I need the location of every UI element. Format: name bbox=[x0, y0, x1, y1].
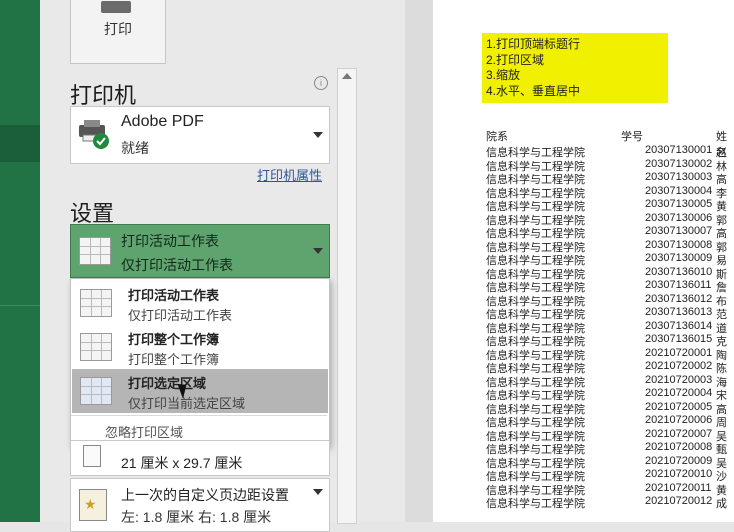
column-header-student-id: 学号 bbox=[621, 131, 643, 143]
menu-item-entire-workbook[interactable]: 打印整个工作簿 打印整个工作簿 bbox=[72, 325, 328, 369]
printer-properties-link[interactable]: 打印机属性 bbox=[257, 165, 322, 184]
cell-student-id: 20307136013 bbox=[645, 306, 713, 318]
paper-size-label: 21 厘米 x 29.7 厘米 bbox=[121, 455, 243, 471]
cell-department: 信息科学与工程学院 bbox=[486, 498, 585, 510]
cell-student-id: 20307130005 bbox=[645, 198, 713, 210]
sheet-icon bbox=[80, 289, 112, 317]
info-icon[interactable]: i bbox=[314, 76, 328, 90]
cell-student-id: 20307136012 bbox=[645, 292, 713, 305]
cell-student-id: 20210720011 bbox=[645, 481, 712, 494]
workbook-icon bbox=[80, 333, 112, 361]
printer-dropdown[interactable]: Adobe PDF 就绪 bbox=[70, 106, 330, 164]
cell-student-id: 20307130007 bbox=[645, 225, 713, 237]
printer-icon bbox=[101, 1, 131, 13]
scroll-up-arrow-icon[interactable] bbox=[342, 73, 352, 79]
nav-divider bbox=[0, 305, 40, 306]
page-icon bbox=[83, 445, 101, 467]
note-line: 2.打印区域 bbox=[486, 52, 545, 67]
menu-item-active-sheets[interactable]: 打印活动工作表 仅打印活动工作表 bbox=[72, 281, 328, 325]
cell-student-id: 20210720012 bbox=[645, 495, 713, 507]
print-button-label: 打印 bbox=[104, 21, 132, 37]
nav-selected-item[interactable] bbox=[0, 125, 40, 162]
cell-student-id: 20307130006 bbox=[645, 211, 713, 224]
cell-student-id: 20210720004 bbox=[645, 387, 713, 399]
ignore-print-area-label: 忽略打印区域 bbox=[105, 425, 184, 440]
cell-student-id: 20307130004 bbox=[645, 184, 713, 197]
cell-name: 成 bbox=[716, 498, 727, 510]
margins-title: 上一次的自定义页边距设置 bbox=[121, 487, 289, 503]
preview-gutter bbox=[405, 0, 433, 522]
printer-name: Adobe PDF bbox=[121, 113, 204, 130]
note-line: 1.打印顶端标题行 bbox=[486, 37, 581, 51]
cell-student-id: 20210720001 bbox=[645, 346, 713, 359]
cell-student-id: 20307136011 bbox=[645, 279, 712, 291]
cell-student-id: 20210720003 bbox=[645, 373, 713, 386]
cell-student-id: 20307130002 bbox=[645, 157, 713, 170]
settings-scrollbar[interactable] bbox=[337, 68, 357, 524]
cell-student-id: 20307136010 bbox=[645, 265, 713, 278]
print-scope-selected-subtitle: 仅打印活动工作表 bbox=[121, 257, 233, 273]
margins-detail: 左: 1.8 厘米 右: 1.8 厘米 bbox=[121, 509, 272, 525]
excel-backstage-nav-strip bbox=[0, 0, 40, 522]
print-scope-menu: 打印活动工作表 仅打印活动工作表 打印整个工作簿 打印整个工作簿 打印选定区域 … bbox=[70, 278, 330, 446]
chevron-down-icon bbox=[313, 248, 323, 254]
cell-student-id: 20307130008 bbox=[645, 238, 713, 251]
chevron-down-icon bbox=[313, 132, 323, 138]
cell-student-id: 20210720007 bbox=[645, 427, 713, 440]
print-button[interactable]: 打印 bbox=[70, 0, 166, 64]
note-line: 4.水平、垂直居中 bbox=[486, 83, 581, 98]
cell-student-id: 20307130001 bbox=[645, 144, 713, 156]
printer-status: 就绪 bbox=[121, 140, 149, 156]
cell-student-id: 20307136015 bbox=[645, 333, 713, 345]
menu-item-subtitle: 仅打印活动工作表 bbox=[128, 308, 233, 323]
print-scope-selected-title: 打印活动工作表 bbox=[121, 233, 219, 249]
chevron-down-icon bbox=[313, 489, 323, 495]
menu-item-title: 打印整个工作簿 bbox=[128, 332, 220, 347]
print-scope-dropdown[interactable]: 打印活动工作表 仅打印活动工作表 bbox=[70, 224, 330, 278]
cell-student-id: 20307130009 bbox=[645, 252, 713, 264]
custom-margins-icon: ★ bbox=[79, 489, 107, 521]
cell-student-id: 20210720009 bbox=[645, 454, 713, 467]
cell-student-id: 20210720002 bbox=[645, 360, 713, 372]
cell-student-id: 20210720005 bbox=[645, 400, 713, 413]
selection-icon bbox=[80, 377, 112, 405]
menu-item-title: 打印活动工作表 bbox=[128, 288, 220, 303]
sheet-icon bbox=[79, 237, 111, 265]
preview-note-box: 1.打印顶端标题行 2.打印区域 3.缩放 4.水平、垂直居中 bbox=[482, 33, 668, 103]
cell-student-id: 20210720008 bbox=[645, 441, 713, 453]
cell-student-id: 20307136014 bbox=[645, 319, 713, 332]
menu-item-title: 打印选定区域 bbox=[128, 376, 207, 391]
cell-student-id: 20210720006 bbox=[645, 414, 713, 426]
note-line: 3.缩放 bbox=[486, 68, 521, 82]
paper-size-dropdown[interactable]: 21 厘米 x 29.7 厘米 bbox=[70, 440, 330, 476]
margins-dropdown[interactable]: ★ 上一次的自定义页边距设置 左: 1.8 厘米 右: 1.8 厘米 bbox=[70, 478, 330, 532]
column-header-department: 院系 bbox=[486, 131, 508, 143]
menu-item-selection[interactable]: 打印选定区域 仅打印当前选定区域 bbox=[72, 369, 328, 413]
printer-ready-icon bbox=[79, 120, 109, 149]
cell-student-id: 20307130003 bbox=[645, 171, 713, 183]
cell-student-id: 20210720010 bbox=[645, 468, 713, 480]
menu-item-subtitle: 打印整个工作簿 bbox=[128, 352, 220, 367]
